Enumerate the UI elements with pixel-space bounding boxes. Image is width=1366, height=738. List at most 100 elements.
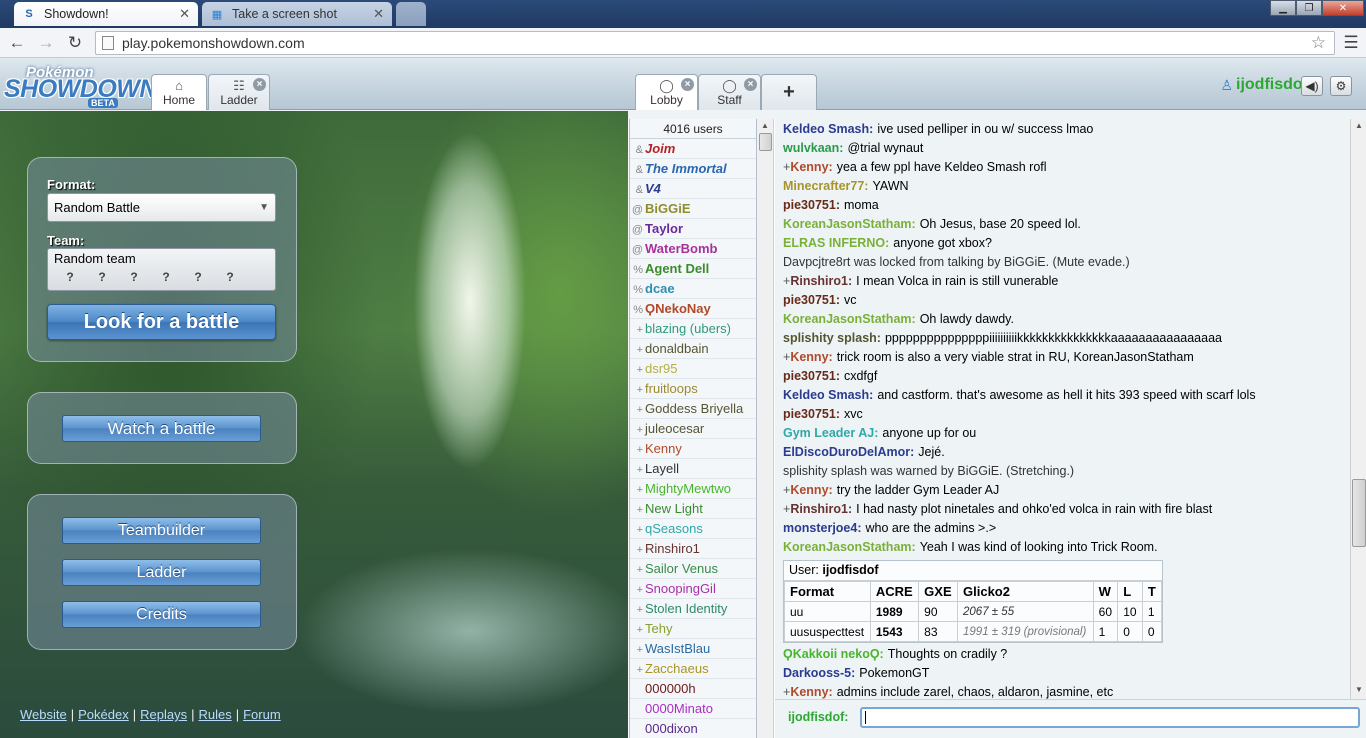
close-tab-icon[interactable]: × [744,78,757,91]
chat-input[interactable] [860,707,1360,728]
chat-author[interactable]: ELRAS INFERNO: [783,236,889,250]
browser-tab-showdown[interactable]: S Showdown! ✕ [14,2,198,26]
userlist-item[interactable]: @ BiGGiE [630,199,756,219]
scroll-thumb[interactable] [1352,479,1366,547]
user-name[interactable]: SnoopingGil [645,581,716,596]
user-name[interactable]: Stolen Identity [645,601,727,616]
userlist-item[interactable]: + WasIstBlau [630,639,756,659]
menu-icon[interactable]: ☰ [1340,32,1362,54]
chat-author[interactable]: Keldeo Smash: [783,388,873,402]
user-name[interactable]: Joim [645,141,675,156]
userlist-item[interactable]: % dcae [630,279,756,299]
chat-author[interactable]: Gym Leader AJ: [783,426,878,440]
chat-author[interactable]: pie30751: [783,198,840,212]
chat-author[interactable]: Minecrafter77: [783,179,868,193]
userlist-item[interactable]: @ Taylor [630,219,756,239]
user-name[interactable]: Layell [645,461,679,476]
userlist-scrollbar[interactable]: ▲ [757,119,774,738]
userlist-item[interactable]: + Layell [630,459,756,479]
user-name[interactable]: Rinshiro1 [645,541,700,556]
minimize-icon[interactable]: ▁ [1270,0,1296,16]
user-name[interactable]: donaldbain [645,341,709,356]
reload-icon[interactable]: ↻ [64,32,86,54]
chat-author[interactable]: ElDiscoDuroDelAmor: [783,445,914,459]
user-name[interactable]: 000000h [645,681,696,696]
chat-author[interactable]: Rinshiro1: [790,274,852,288]
userlist-item[interactable]: + qSeasons [630,519,756,539]
chat-author[interactable]: Rinshiro1: [790,502,852,516]
userlist-item[interactable]: % Agent Dell [630,259,756,279]
userlist-item[interactable]: + SnoopingGil [630,579,756,599]
rules-link[interactable]: Rules [198,707,231,722]
tab-home[interactable]: ⌂ Home [151,74,207,111]
userlist-item[interactable]: & V4 [630,179,756,199]
userlist-item[interactable]: 0000Minato [630,699,756,719]
user-name[interactable]: WasIstBlau [645,641,710,656]
chat-author[interactable]: pie30751: [783,369,840,383]
user-name[interactable]: 000dixon [645,721,698,736]
username[interactable]: ijodfisdof [1236,76,1308,94]
look-for-battle-button[interactable]: Look for a battle [47,304,276,340]
userlist-item[interactable]: + Zacchaeus [630,659,756,679]
user-name[interactable]: Taylor [645,221,683,236]
userlist-item[interactable]: @ WaterBomb [630,239,756,259]
user-area[interactable]: ♙ ijodfisdof [1220,76,1308,94]
chat-author[interactable]: pie30751: [783,293,840,307]
chat-author[interactable]: pie30751: [783,407,840,421]
scroll-thumb[interactable] [759,133,772,151]
tab-staff[interactable]: ◯ Staff × [698,74,761,110]
credits-button[interactable]: Credits [62,601,261,628]
new-tab-button[interactable] [396,2,426,26]
userlist-item[interactable]: + Stolen Identity [630,599,756,619]
user-name[interactable]: Zacchaeus [645,661,709,676]
browser-tab-screenshot[interactable]: ▦ Take a screen shot ✕ [202,2,392,26]
address-bar[interactable]: play.pokemonshowdown.com ☆ [95,31,1335,55]
scroll-up-icon[interactable]: ▲ [761,121,769,130]
user-name[interactable]: qSeasons [645,521,703,536]
user-name[interactable]: V4 [645,181,661,196]
user-name[interactable]: BiGGiE [645,201,691,216]
chat-author[interactable]: wulvkaan: [783,141,843,155]
userlist-item[interactable]: + Rinshiro1 [630,539,756,559]
format-select[interactable]: Random Battle ▼ [47,193,276,222]
close-icon[interactable]: ✕ [373,6,384,22]
user-name[interactable]: MightyMewtwo [645,481,731,496]
chat-author[interactable]: Kenny: [790,160,832,174]
user-name[interactable]: Tehy [645,621,672,636]
scroll-up-icon[interactable]: ▲ [1355,121,1363,130]
user-name[interactable]: Agent Dell [645,261,709,276]
tab-ladder[interactable]: ☷ Ladder × [208,74,270,110]
chat-author[interactable]: ϘKakkoii nekoϘ: [783,647,884,661]
user-name[interactable]: 0000Minato [645,701,713,716]
chat-author[interactable]: KoreanJasonStatham: [783,217,916,231]
userlist-item[interactable]: + donaldbain [630,339,756,359]
pokedex-link[interactable]: Pokédex [78,707,129,722]
userlist-item[interactable]: + Kenny [630,439,756,459]
userlist-item[interactable]: 000dixon [630,719,756,738]
userlist-item[interactable]: & The Immortal [630,159,756,179]
userlist-item[interactable]: + Tehy [630,619,756,639]
chat-author[interactable]: monsterjoe4: [783,521,862,535]
scroll-down-icon[interactable]: ▼ [1355,685,1363,694]
chat-author[interactable]: Kenny: [790,483,832,497]
maximize-icon[interactable]: ❐ [1296,0,1322,16]
teambuilder-button[interactable]: Teambuilder [62,517,261,544]
sound-icon[interactable]: ◀) [1301,76,1323,96]
userlist-item[interactable]: + MightyMewtwo [630,479,756,499]
chat-author[interactable]: KoreanJasonStatham: [783,312,916,326]
close-tab-icon[interactable]: × [253,78,266,91]
team-select[interactable]: Random team ? ? ? ? ? ? [47,248,276,291]
tab-lobby[interactable]: ◯ Lobby × [635,74,698,111]
forum-link[interactable]: Forum [243,707,281,722]
userlist-item[interactable]: + juleocesar [630,419,756,439]
user-name[interactable]: dcae [645,281,675,296]
user-name[interactable]: Goddess Briyella [645,401,743,416]
chat-scrollbar[interactable]: ▲ ▼ [1350,119,1366,699]
userlist-item[interactable]: & Joim [630,139,756,159]
bookmark-star-icon[interactable]: ☆ [1311,33,1326,53]
watch-battle-button[interactable]: Watch a battle [62,415,261,442]
user-name[interactable]: New Light [645,501,703,516]
back-arrow-icon[interactable]: ← [6,32,28,54]
user-name[interactable]: fruitloops [645,381,698,396]
close-icon[interactable]: ✕ [179,6,190,22]
